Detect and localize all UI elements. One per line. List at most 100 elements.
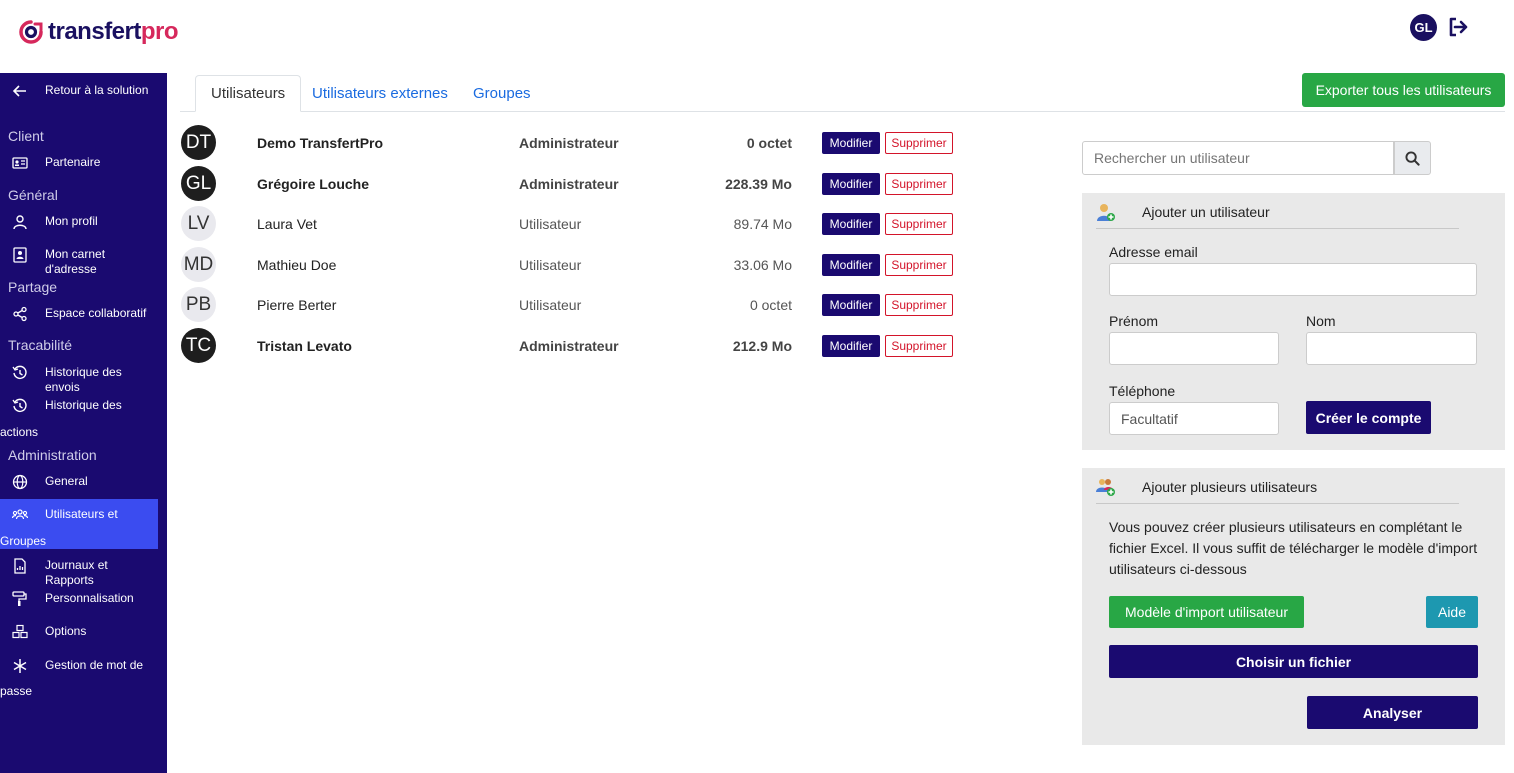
sidebar-section-administration: Administration bbox=[8, 447, 97, 463]
user-role: Utilisateur bbox=[519, 216, 582, 232]
modify-user-button[interactable]: Modifier bbox=[822, 254, 880, 276]
user-name: Mathieu Doe bbox=[257, 257, 337, 273]
delete-user-button[interactable]: Supprimer bbox=[885, 254, 953, 276]
sidebar-item-label: Personnalisation bbox=[45, 591, 134, 605]
email-field[interactable] bbox=[1109, 263, 1477, 296]
tab-utilisateurs-externes[interactable]: Utilisateurs externes bbox=[297, 75, 463, 112]
sidebar-item-back[interactable]: Retour à la solution bbox=[0, 83, 158, 99]
lastname-label: Nom bbox=[1306, 313, 1336, 329]
add-multiple-title: Ajouter plusieurs utilisateurs bbox=[1142, 478, 1318, 495]
sidebar-item-mdp[interactable]: Gestion de mot de bbox=[0, 658, 158, 674]
sidebar-item-label-wrap[interactable]: Groupes bbox=[0, 534, 46, 548]
lastname-field[interactable] bbox=[1306, 332, 1477, 365]
user-storage-size: 0 octet bbox=[749, 297, 792, 313]
search-input[interactable] bbox=[1082, 141, 1394, 175]
user-name: Pierre Berter bbox=[257, 297, 337, 313]
email-label: Adresse email bbox=[1109, 244, 1198, 260]
help-button[interactable]: Aide bbox=[1426, 596, 1478, 628]
add-multiple-panel: Ajouter plusieurs utilisateurs Vous pouv… bbox=[1082, 468, 1505, 745]
user-role: Administrateur bbox=[519, 135, 619, 151]
globe-icon bbox=[12, 474, 28, 490]
user-storage-size: 0 octet bbox=[746, 135, 792, 151]
user-avatar: PB bbox=[181, 287, 216, 322]
arrow-left-icon bbox=[12, 85, 26, 97]
logo-text: transfertpro bbox=[48, 18, 179, 45]
sidebar-item-historique-envois[interactable]: Historique des envois bbox=[0, 365, 158, 395]
user-storage-size: 212.9 Mo bbox=[732, 338, 792, 354]
modify-user-button[interactable]: Modifier bbox=[822, 173, 880, 195]
firstname-field[interactable] bbox=[1109, 332, 1279, 365]
user-avatar: LV bbox=[181, 206, 216, 241]
modify-user-button[interactable]: Modifier bbox=[822, 335, 880, 357]
add-user-icon bbox=[1097, 203, 1115, 221]
modify-user-button[interactable]: Modifier bbox=[822, 213, 880, 235]
sidebar-item-label-wrap[interactable]: passe bbox=[0, 684, 32, 698]
sidebar-item-personnalisation[interactable]: Personnalisation bbox=[0, 591, 158, 607]
tab-utilisateurs[interactable]: Utilisateurs bbox=[195, 75, 302, 112]
users-icon bbox=[12, 509, 28, 520]
firstname-label: Prénom bbox=[1109, 313, 1159, 329]
user-avatar: TC bbox=[181, 328, 216, 363]
user-name: Demo TransfertPro bbox=[257, 135, 384, 151]
sidebar-item-label: Mon profil bbox=[45, 214, 98, 228]
sidebar-item-partenaire[interactable]: Partenaire bbox=[0, 155, 158, 171]
sidebar-item-label: Options bbox=[45, 624, 87, 638]
sidebar-item-general[interactable]: General bbox=[0, 474, 158, 490]
logout-icon[interactable] bbox=[1447, 16, 1469, 38]
sidebar-item-label: Utilisateurs et bbox=[45, 507, 118, 521]
history-icon bbox=[12, 365, 27, 379]
add-multiple-description: Vous pouvez créer plusieurs utilisateurs… bbox=[1109, 519, 1478, 577]
user-role: Utilisateur bbox=[519, 257, 582, 273]
choose-file-button[interactable]: Choisir un fichier bbox=[1109, 645, 1478, 678]
search-icon bbox=[1405, 150, 1420, 166]
user-role: Administrateur bbox=[519, 338, 619, 354]
sidebar: Retour à la solution Client Partenaire G… bbox=[0, 73, 167, 773]
sidebar-section-tracabilite: Tracabilité bbox=[8, 337, 73, 353]
user-row: TC Tristan Levato Administrateur 212.9 Mo Mo… bbox=[181, 328, 971, 364]
sidebar-section-client: Client bbox=[8, 128, 44, 144]
tab-groupes[interactable]: Groupes bbox=[458, 75, 546, 112]
modify-user-button[interactable]: Modifier bbox=[822, 294, 880, 316]
delete-user-button[interactable]: Supprimer bbox=[885, 173, 953, 195]
analyze-button[interactable]: Analyser bbox=[1307, 696, 1478, 729]
sidebar-item-mon-profil[interactable]: Mon profil bbox=[0, 214, 158, 230]
phone-label: Téléphone bbox=[1109, 383, 1176, 399]
sidebar-item-options[interactable]: Options bbox=[0, 624, 158, 640]
sidebar-item-label: Retour à la solution bbox=[45, 83, 149, 97]
sidebar-item-espace[interactable]: Espace collaboratif bbox=[0, 306, 158, 322]
logo[interactable]: transfertpro bbox=[18, 18, 179, 46]
delete-user-button[interactable]: Supprimer bbox=[885, 335, 953, 357]
sidebar-section-general: Général bbox=[8, 187, 58, 203]
user-storage-size: 33.06 Mo bbox=[733, 257, 792, 273]
address-book-icon bbox=[13, 247, 27, 263]
sidebar-item-label-wrap[interactable]: actions bbox=[0, 425, 38, 439]
user-avatar: GL bbox=[181, 166, 216, 201]
create-account-button[interactable]: Créer le compte bbox=[1306, 401, 1431, 434]
import-template-button[interactable]: Modèle d'import utilisateur bbox=[1109, 596, 1304, 628]
user-name: Tristan Levato bbox=[257, 338, 352, 354]
sidebar-item-carnet[interactable]: Mon carnet d'adresse bbox=[0, 247, 158, 277]
paint-roller-icon bbox=[12, 591, 27, 606]
search-button[interactable] bbox=[1394, 141, 1431, 175]
user-avatar: DT bbox=[181, 125, 216, 160]
add-users-icon bbox=[1096, 478, 1115, 496]
sidebar-item-label: Espace collaboratif bbox=[45, 306, 147, 320]
sidebar-item-label: Historique des bbox=[45, 398, 122, 412]
sidebar-item-journaux[interactable]: Journaux et Rapports bbox=[0, 558, 158, 588]
user-row: MD Mathieu Doe Utilisateur 33.06 Mo Modifier… bbox=[181, 247, 971, 283]
user-row: DT Demo TransfertPro Administrateur 0 octet… bbox=[181, 125, 971, 161]
user-avatar[interactable]: GL bbox=[1410, 14, 1437, 41]
phone-field[interactable]: Facultatif bbox=[1109, 402, 1279, 435]
delete-user-button[interactable]: Supprimer bbox=[885, 132, 953, 154]
export-users-button[interactable]: Exporter tous les utilisateurs bbox=[1302, 73, 1505, 107]
user-role: Utilisateur bbox=[519, 297, 582, 313]
delete-user-button[interactable]: Supprimer bbox=[885, 213, 953, 235]
sidebar-item-label: General bbox=[45, 474, 88, 488]
user-row: LV Laura Vet Utilisateur 89.74 Mo Modifier Su… bbox=[181, 206, 971, 242]
add-user-panel: Ajouter un utilisateur Adresse email Pré… bbox=[1082, 193, 1505, 450]
sidebar-item-historique-actions[interactable]: Historique des bbox=[0, 398, 158, 414]
user-icon bbox=[13, 215, 27, 230]
sidebar-item-label: Journaux et Rapports bbox=[45, 558, 108, 587]
modify-user-button[interactable]: Modifier bbox=[822, 132, 880, 154]
delete-user-button[interactable]: Supprimer bbox=[885, 294, 953, 316]
